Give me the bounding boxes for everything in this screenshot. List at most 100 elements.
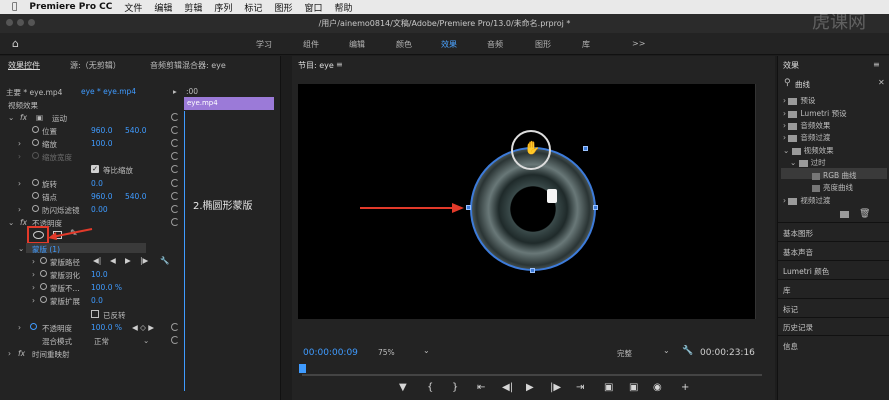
clear-search-icon[interactable]: ✕ [878, 78, 885, 87]
chevron-down-icon[interactable]: ⌄ [143, 336, 149, 345]
wrench-icon[interactable]: 🔧 [160, 256, 169, 265]
reset-icon[interactable] [171, 126, 179, 134]
time-remap-expand-icon[interactable]: › [8, 349, 11, 358]
ellipse-mask-icon[interactable] [33, 231, 44, 239]
scale-expand-icon[interactable]: › [18, 139, 21, 148]
effects-search-input[interactable]: 曲线 [795, 79, 810, 90]
menu-file[interactable]: 文件 [124, 1, 142, 14]
mask-handle[interactable] [530, 268, 535, 273]
tree-item-audio-transitions[interactable]: › 音频过渡 [783, 132, 830, 143]
stopwatch-icon[interactable] [40, 257, 47, 264]
panel-menu-icon[interactable]: ≡ [336, 60, 343, 69]
current-timecode[interactable]: 00:00:00:09 [303, 348, 358, 358]
chevron-down-icon[interactable]: ⌄ [423, 346, 430, 355]
position-x-value[interactable]: 960.0 [91, 126, 112, 135]
tree-item-presets[interactable]: › 预设 [783, 95, 815, 106]
menu-clip[interactable]: 剪辑 [184, 1, 202, 14]
position-y-value[interactable]: 540.0 [125, 126, 146, 135]
workspace-learn[interactable]: 学习 [256, 39, 272, 50]
chevron-down-icon[interactable]: ⌄ [663, 346, 670, 355]
effects-panel-title[interactable]: 效果 [783, 60, 799, 71]
reset-icon[interactable] [171, 192, 179, 200]
panel-info[interactable]: 信息 [783, 341, 798, 352]
mask-handle[interactable] [593, 205, 598, 210]
mask-feather-expand-icon[interactable]: › [32, 270, 35, 279]
tree-item-audio-effects[interactable]: › 音频效果 [783, 120, 830, 131]
track-mask-forward-frame-icon[interactable]: ▶ [125, 256, 131, 265]
zoom-window-button[interactable] [28, 19, 35, 26]
go-to-in-icon[interactable]: ⇤ [477, 382, 485, 393]
anchor-y-value[interactable]: 540.0 [125, 192, 146, 201]
tree-item-lumetri-presets[interactable]: › Lumetri 预设 [783, 108, 847, 119]
blend-mode-select[interactable]: 正常 [94, 336, 109, 347]
stopwatch-icon[interactable] [32, 205, 39, 212]
reset-icon[interactable] [171, 336, 179, 344]
mask-label[interactable]: 蒙版 (1) [32, 244, 60, 255]
stopwatch-icon[interactable] [32, 179, 39, 186]
panel-essential-graphics[interactable]: 基本图形 [783, 228, 813, 239]
stopwatch-icon[interactable] [40, 270, 47, 277]
reset-icon[interactable] [171, 139, 179, 147]
camera-icon[interactable]: ◉ [653, 382, 662, 393]
app-menu[interactable]: Premiere Pro CC [29, 2, 112, 12]
reset-icon[interactable] [171, 218, 179, 226]
workspace-editing[interactable]: 编辑 [349, 39, 365, 50]
time-ruler[interactable] [302, 374, 762, 376]
anchor-x-value[interactable]: 960.0 [91, 192, 112, 201]
stopwatch-icon[interactable] [30, 323, 37, 330]
step-forward-icon[interactable]: |▶ [550, 382, 561, 393]
tree-item-rgb-curves[interactable]: RGB 曲线 [812, 170, 857, 181]
quality-select[interactable]: 完整 [617, 348, 632, 359]
play-icon[interactable]: ▶ [526, 382, 534, 393]
flicker-value[interactable]: 0.00 [91, 205, 108, 214]
mask-handle[interactable] [583, 146, 588, 151]
close-window-button[interactable] [6, 19, 13, 26]
master-clip-label[interactable]: 主要 * eye.mp4 [6, 87, 62, 98]
fx-icon[interactable]: fx [18, 349, 25, 358]
delete-icon[interactable]: 🗑 [859, 209, 870, 219]
track-mask-backward-icon[interactable]: ◀| [93, 256, 101, 265]
button-editor-icon[interactable]: + [681, 382, 689, 393]
workspace-effects[interactable]: 效果 [441, 39, 457, 50]
menu-help[interactable]: 帮助 [334, 1, 352, 14]
reset-icon[interactable] [171, 165, 179, 173]
workspace-graphics[interactable]: 图形 [535, 39, 551, 50]
reset-icon[interactable] [171, 179, 179, 187]
rotation-expand-icon[interactable]: › [18, 179, 21, 188]
motion-transform-icon[interactable]: ▣ [36, 113, 43, 122]
workspace-assembly[interactable]: 组件 [303, 39, 319, 50]
mask-expansion-value[interactable]: 0.0 [91, 296, 103, 305]
opacity-expand-icon[interactable]: ⌄ [8, 218, 14, 227]
mask-handle[interactable] [466, 205, 471, 210]
reset-icon[interactable] [171, 323, 179, 331]
workspace-color[interactable]: 颜色 [396, 39, 412, 50]
track-mask-forward-icon[interactable]: |▶ [140, 256, 148, 265]
panel-markers[interactable]: 标记 [783, 304, 798, 315]
reset-icon[interactable] [171, 152, 179, 160]
mark-out-icon[interactable]: } [452, 382, 458, 393]
add-marker-icon[interactable]: ▼ [399, 382, 407, 393]
panel-menu-icon[interactable]: ≡ [873, 60, 880, 69]
panel-essential-sound[interactable]: 基本声音 [783, 247, 813, 258]
panel-history[interactable]: 历史记录 [783, 322, 813, 333]
menu-edit[interactable]: 编辑 [154, 1, 172, 14]
menu-sequence[interactable]: 序列 [214, 1, 232, 14]
opacity-expand-icon[interactable]: › [18, 323, 21, 332]
workspace-more[interactable]: >> [632, 39, 645, 48]
home-icon[interactable]: ⌂ [12, 37, 19, 50]
workspace-audio[interactable]: 音频 [487, 39, 503, 50]
menu-graphics[interactable]: 图形 [274, 1, 292, 14]
reset-icon[interactable] [171, 113, 179, 121]
tree-item-obsolete[interactable]: ⌄ 过时 [790, 157, 826, 168]
scale-value[interactable]: 100.0 [91, 139, 112, 148]
zoom-select[interactable]: 75% [378, 348, 395, 357]
tree-item-video-effects[interactable]: ⌄ 视频效果 [783, 145, 834, 156]
mask-opacity-expand-icon[interactable]: › [32, 283, 35, 292]
apple-menu-icon[interactable]:  [12, 2, 17, 12]
tab-audio-clip-mixer[interactable]: 音频剪辑混合器: eye [150, 60, 226, 71]
stopwatch-icon[interactable] [40, 283, 47, 290]
mask-expand-icon[interactable]: ⌄ [18, 244, 24, 253]
motion-expand-icon[interactable]: ⌄ [8, 113, 14, 122]
settings-wrench-icon[interactable]: 🔧 [682, 346, 693, 356]
playhead-handle[interactable] [299, 364, 306, 373]
